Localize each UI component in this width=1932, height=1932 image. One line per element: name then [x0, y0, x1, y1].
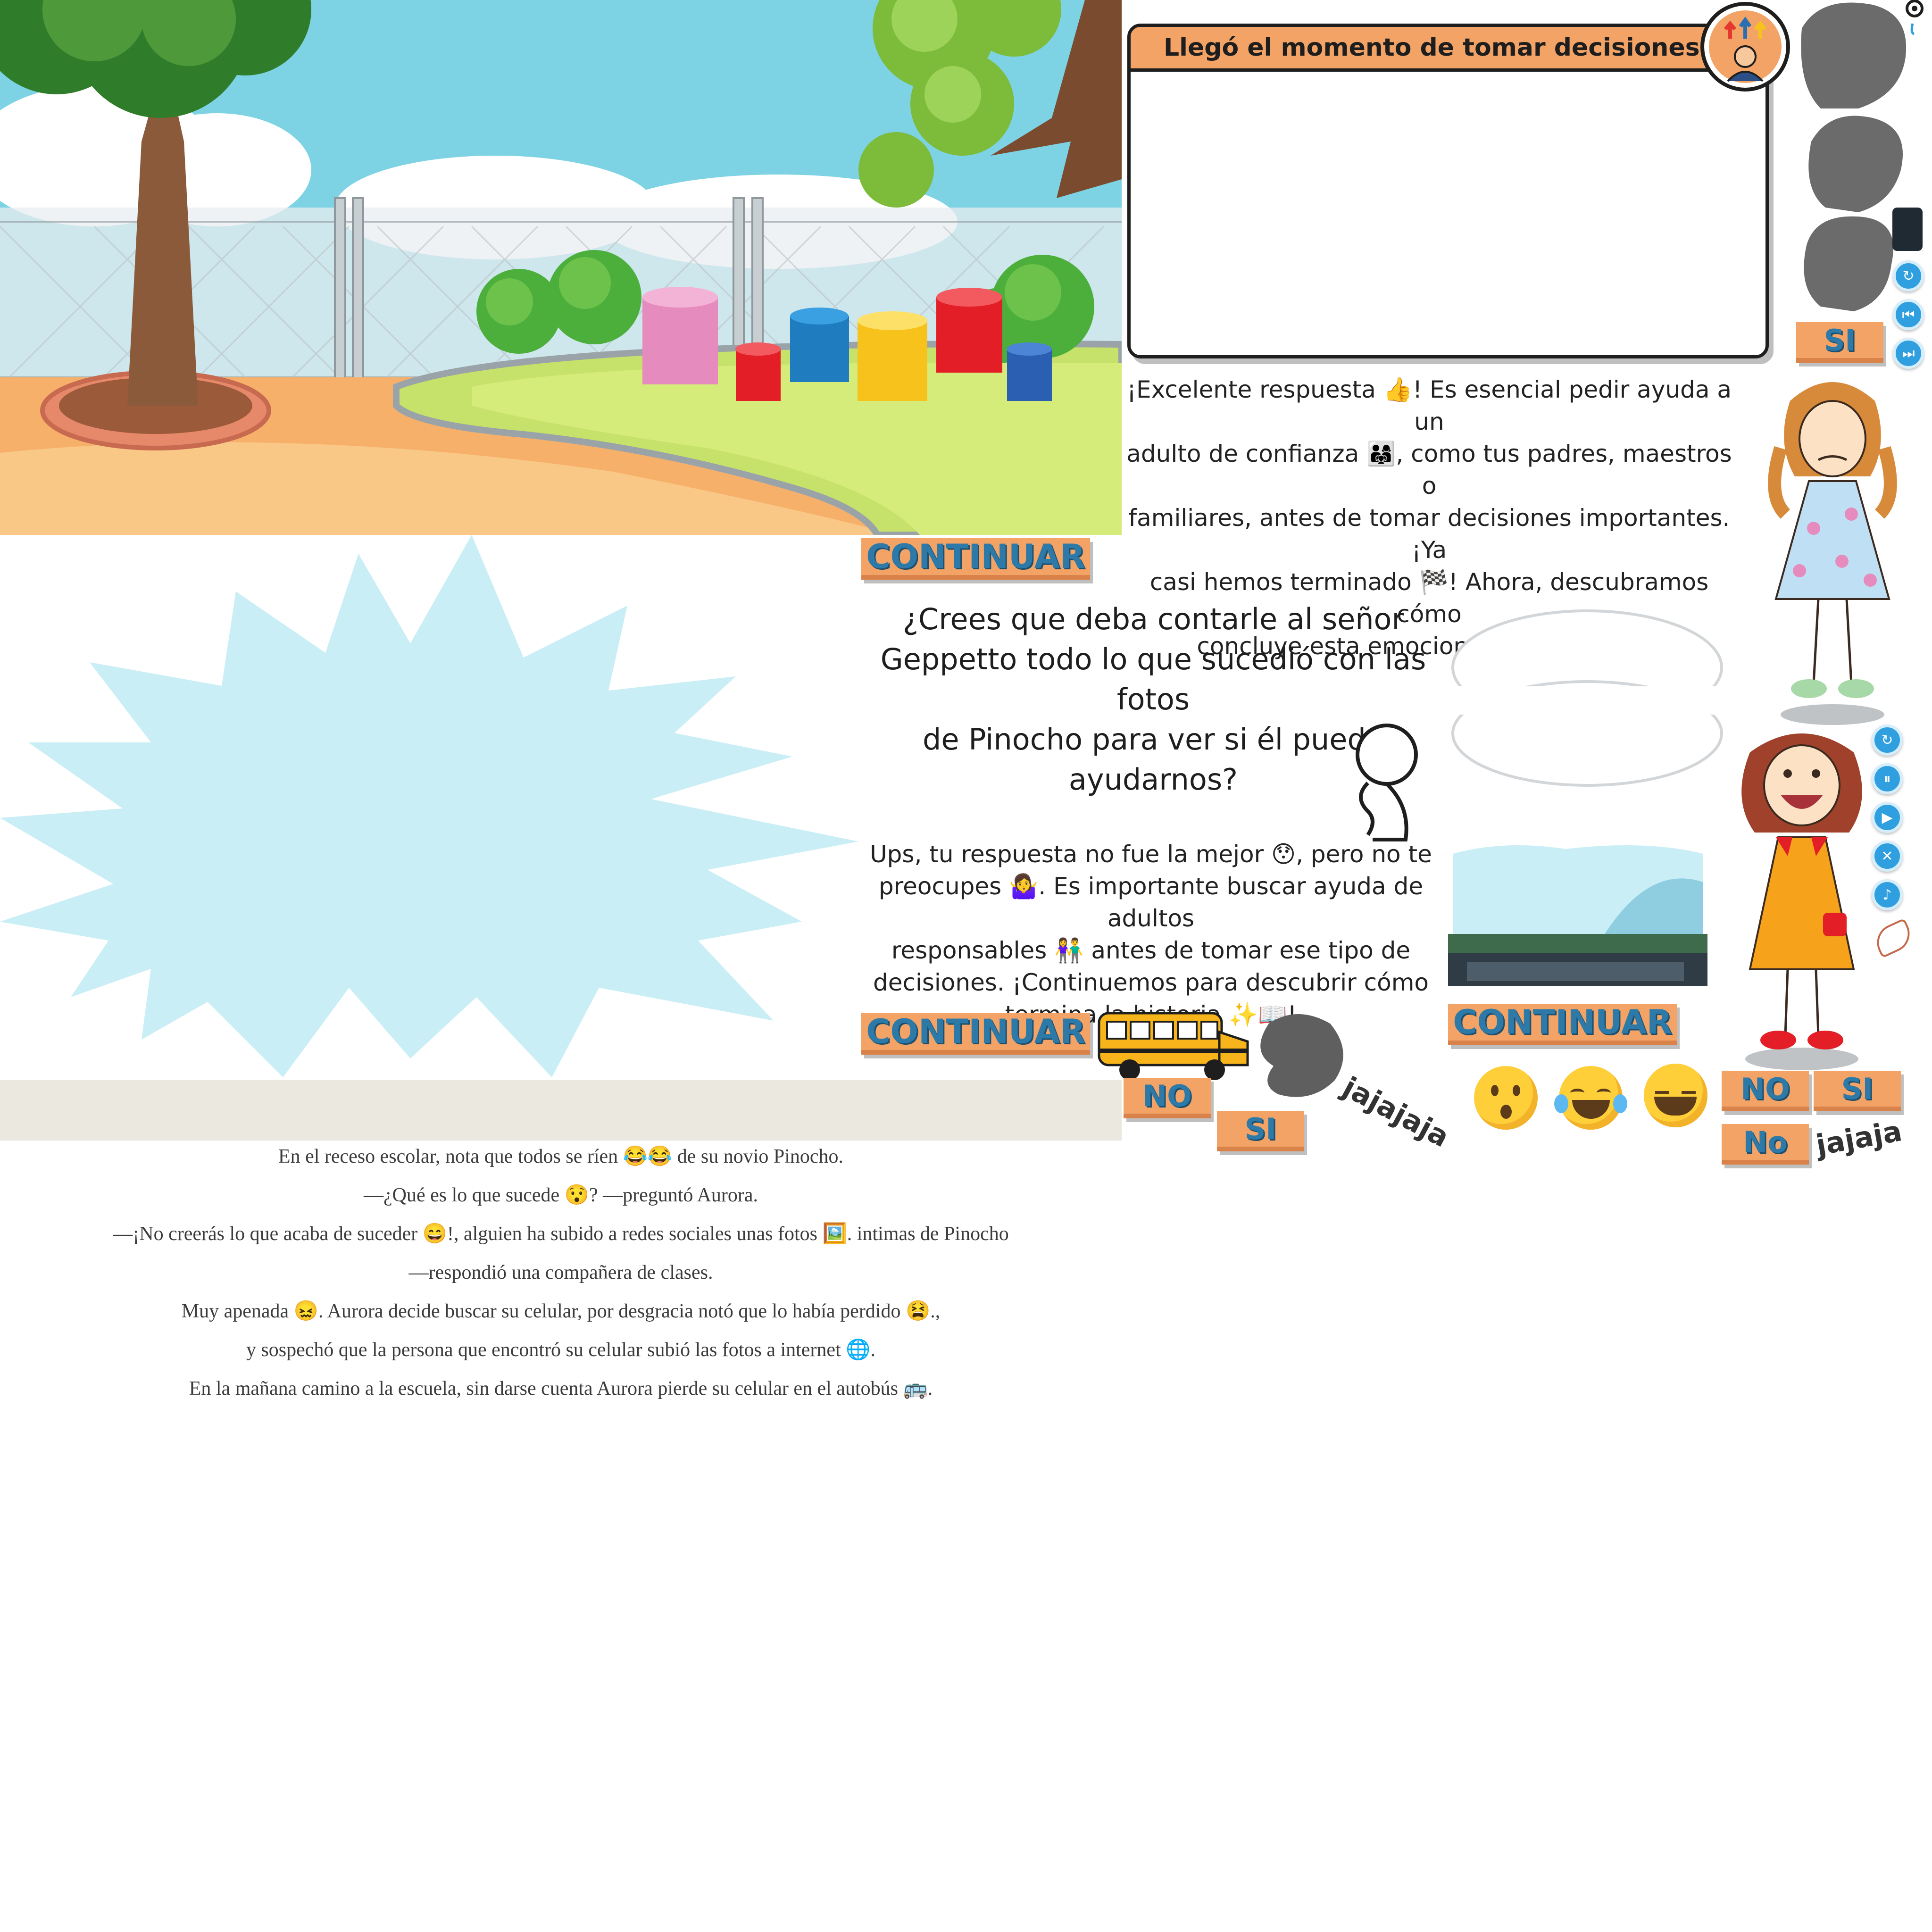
si-button-top[interactable]: SI: [1796, 322, 1883, 363]
positive-feedback-line: adulto de confianza 👨‍👩‍👧, como tus padr…: [1126, 440, 1732, 500]
thought-bubble: [1451, 609, 1723, 787]
silhouette-head-small: [1260, 1014, 1343, 1097]
continuar-button-label: CONTINUAR: [866, 1012, 1085, 1051]
narration-line-7: En la mañana camino a la escuela, sin da…: [189, 1378, 933, 1399]
jajajaja-label: jajajaja: [1337, 1071, 1455, 1154]
replay-icon: ↻: [1902, 267, 1915, 284]
skip-forward-button[interactable]: ⏭: [1893, 338, 1924, 369]
si-button-label: SI: [1841, 1071, 1874, 1106]
phone-icon: [1892, 208, 1923, 251]
play-icon: ▶: [1882, 809, 1893, 826]
no-button-label: NO: [1142, 1078, 1192, 1113]
continuar-button-2[interactable]: CONTINUAR: [861, 1012, 1090, 1055]
crying-laughing-emoji: [1554, 1066, 1627, 1130]
surprised-emoji: [1474, 1066, 1538, 1130]
si-button-label: SI: [1824, 323, 1856, 358]
skip-forward-icon: ⏭: [1902, 345, 1915, 362]
continuar-button-label: CONTINUAR: [866, 537, 1085, 576]
play-button[interactable]: ▶: [1872, 802, 1903, 833]
school-bus-icon: [1098, 1012, 1249, 1080]
no-button-bus[interactable]: NO: [1124, 1078, 1211, 1118]
negative-feedback: Ups, tu respuesta no fue la mejor 😯, per…: [854, 838, 1448, 1031]
volume-button[interactable]: ♪: [1872, 879, 1903, 910]
volume-icon: ♪: [1882, 886, 1892, 903]
positive-feedback-line: ¡Excelente respuesta 👍! Es esencial pedi…: [1126, 376, 1732, 435]
pause-icon: ⏸: [1883, 770, 1891, 787]
decision-panel-header: Llegó el momento de tomar decisiones...: [1131, 27, 1765, 72]
no-button-label: NO: [1740, 1071, 1790, 1106]
continuar-button-3[interactable]: CONTINUAR: [1448, 1003, 1677, 1045]
si-button-bus[interactable]: SI: [1217, 1111, 1304, 1151]
replay-button[interactable]: ↻: [1893, 260, 1924, 291]
restart-button[interactable]: ↻: [1872, 724, 1903, 756]
narration-line-2: —¿Qué es lo que sucede 😯? —preguntó Auro…: [363, 1184, 758, 1206]
landscape-illustration: [1448, 845, 1707, 986]
skip-back-icon: ⏮: [1902, 306, 1915, 323]
mute-icon: ✕: [1881, 848, 1893, 865]
narration-line-3: —¡No creerás lo que acaba de suceder 😄!,…: [113, 1223, 1009, 1245]
narration-line-5: Muy apenada 😖. Aurora decide buscar su c…: [181, 1300, 941, 1322]
pause-button[interactable]: ⏸: [1872, 763, 1903, 794]
negative-feedback-line: responsables 👫 antes de tomar ese tipo d…: [891, 937, 1411, 964]
negative-feedback-line: decisiones. ¡Continuemos para descubrir …: [873, 969, 1429, 996]
positive-feedback-line: familiares, antes de tomar decisiones im…: [1128, 504, 1730, 564]
si-button-right[interactable]: SI: [1814, 1071, 1901, 1111]
narration-line-4: —respondió una compañera de clases.: [408, 1262, 713, 1283]
negative-feedback-line: Ups, tu respuesta no fue la mejor 😯, per…: [870, 841, 1432, 868]
continuar-button-1[interactable]: CONTINUAR: [861, 537, 1090, 580]
question-line: ¿Crees que deba contarle al señor: [903, 602, 1404, 636]
sad-girl-character: [1768, 382, 1897, 725]
no-button-right[interactable]: NO: [1722, 1071, 1809, 1111]
no-button-small[interactable]: No: [1722, 1124, 1809, 1165]
hand-icon: [1871, 918, 1916, 958]
happy-girl-character: [1741, 733, 1862, 1070]
playground-illustration: [0, 0, 1122, 535]
splash-shape: [0, 535, 858, 1077]
negative-feedback-line: preocupes 🤷‍♀️. Es importante buscar ayu…: [878, 873, 1424, 932]
narration-line-6: y sospechó que la persona que encontró s…: [246, 1339, 876, 1361]
decision-arrows-person-icon: [1700, 2, 1790, 92]
mute-button[interactable]: ✕: [1872, 841, 1903, 872]
jajaja-label: jajaja: [1814, 1115, 1905, 1162]
narration-strip: [0, 1080, 1122, 1141]
replay-icon: ↻: [1881, 732, 1893, 749]
no-button-label: No: [1743, 1124, 1788, 1159]
narration-line-1: En el receso escolar, nota que todos se …: [278, 1146, 844, 1167]
playground-scene: [0, 0, 1122, 535]
question-line: Geppetto todo lo que sucedió con las fot…: [880, 642, 1426, 716]
grinning-squint-emoji: [1644, 1064, 1707, 1127]
thinking-figure: [1356, 724, 1418, 841]
continuar-button-label: CONTINUAR: [1453, 1003, 1672, 1041]
skip-back-button[interactable]: ⏮: [1893, 299, 1924, 330]
decision-panel: Llegó el momento de tomar decisiones...: [1127, 24, 1769, 358]
decision-panel-title: Llegó el momento de tomar decisiones...: [1164, 33, 1728, 62]
si-button-label: SI: [1244, 1111, 1277, 1146]
